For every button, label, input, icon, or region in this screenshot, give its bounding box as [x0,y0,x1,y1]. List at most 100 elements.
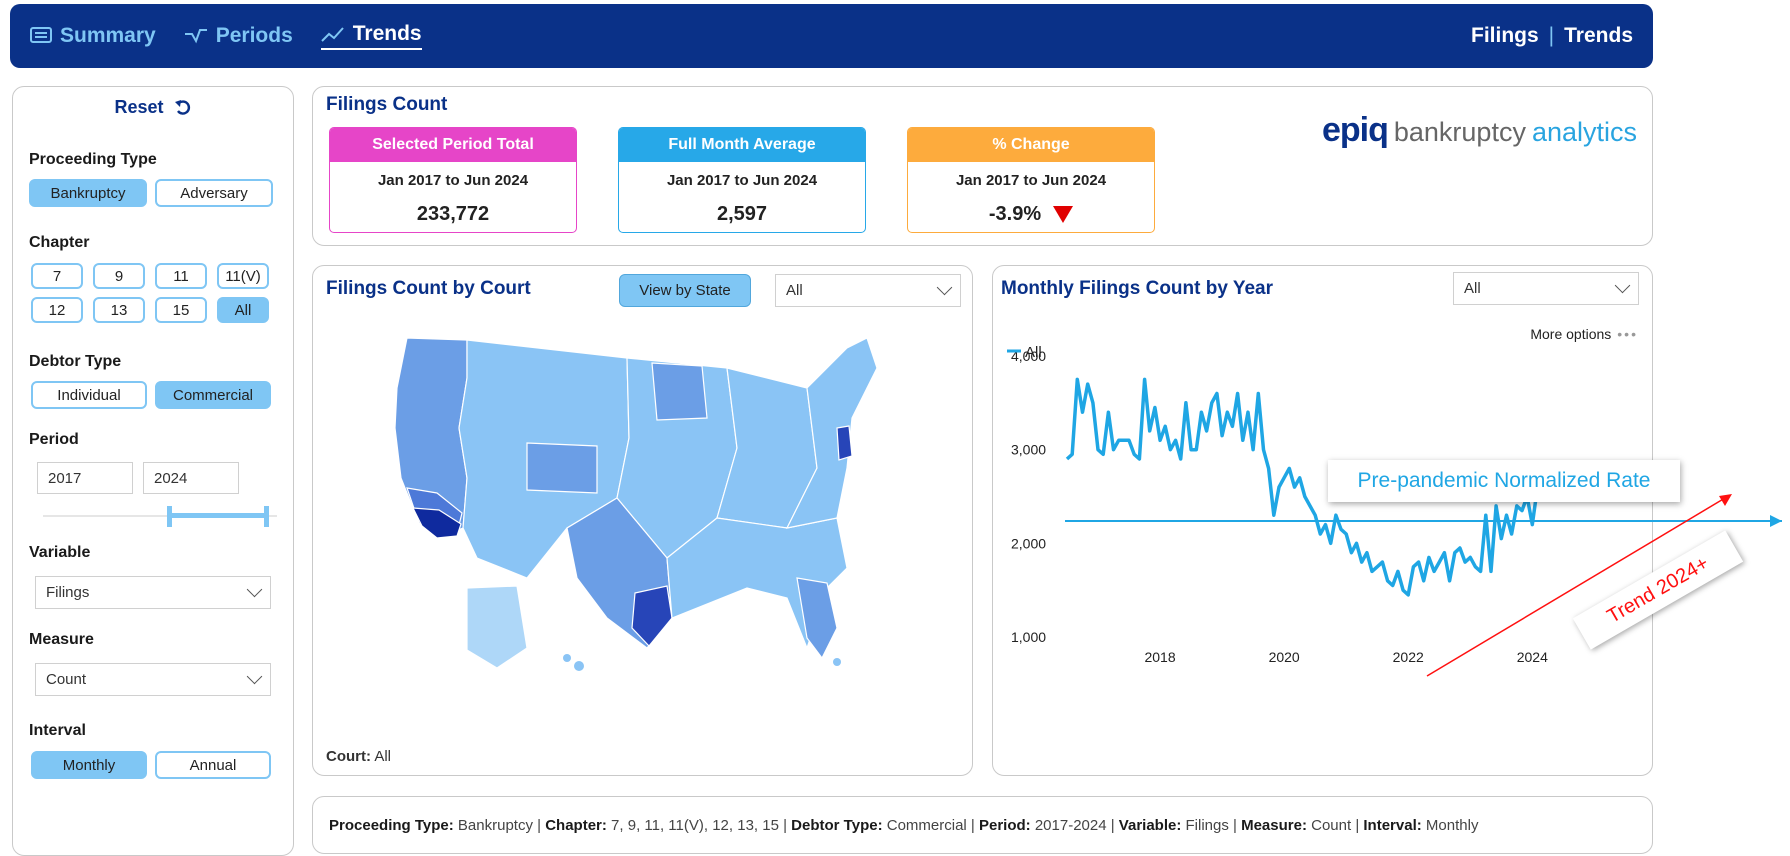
view-by-state-button[interactable]: View by State [619,274,751,307]
footer-separator: | [1351,816,1364,834]
arrow-up-right-icon [1719,494,1732,506]
x-tick-label: 2022 [1393,649,1424,665]
normalized-rate-callout: Pre-pandemic Normalized Rate [1328,460,1680,502]
tab-periods[interactable]: Periods [184,24,293,48]
map-region-alaska [466,585,528,669]
down-arrow-icon [1053,206,1074,223]
chapter-11-button[interactable]: 11 [155,263,207,289]
proceeding-type-label: Proceeding Type [29,151,157,168]
measure-select-value: Count [46,671,87,688]
kpi-card-header: Selected Period Total [330,128,576,162]
page-breadcrumb: Filings | Trends [1471,24,1633,48]
map-region-new-jersey [836,425,853,461]
period-start-input[interactable]: 2017 [37,462,133,494]
footer-label: Interval: [1363,816,1426,834]
x-tick-label: 2020 [1269,649,1300,665]
debtor-commercial-button[interactable]: Commercial [155,381,271,409]
chapter-9-button[interactable]: 9 [93,263,145,289]
period-label: Period [29,431,79,448]
arrow-right-icon [1770,515,1782,527]
measure-select[interactable]: Count [35,663,271,696]
reset-button[interactable]: Reset [13,97,293,118]
court-select-value: All [786,282,803,299]
footer-separator: | [532,816,546,834]
kpi-card-value: 2,597 [716,203,768,225]
kpi-card-month-average: Full Month Average Jan 2017 to Jun 2024 … [618,127,866,233]
tab-periods-label: Periods [215,24,293,47]
court-filter-label: Court: All [326,748,391,765]
reset-label: Reset [114,97,164,117]
debtor-individual-button[interactable]: Individual [31,381,147,409]
filings-count-title: Filings Count [326,94,448,115]
chapter-11v-button[interactable]: 11(V) [217,263,269,289]
trend-line-chart: 1,0002,0003,0004,0002018 2020 2022 2024 All [1007,344,1555,665]
map-region-puerto-rico [833,658,841,666]
period-slider-end-handle[interactable] [264,506,269,527]
footer-separator: | [966,816,979,834]
footer-value: Bankruptcy [457,816,533,834]
chevron-down-icon [936,279,953,296]
breadcrumb-separator: | [1548,24,1555,47]
court-footer-label: Court: [326,748,371,765]
breadcrumb-trends: Trends [1564,24,1633,47]
debtor-type-label: Debtor Type [29,353,122,370]
x-tick-label: 2018 [1144,649,1175,665]
chapter-13-button[interactable]: 13 [93,297,145,323]
measure-label: Measure [29,631,94,648]
footer-value: Commercial [886,816,967,834]
summary-icon [30,27,52,43]
footer-value: Monthly [1425,816,1479,834]
y-tick-label: 2,000 [1011,535,1046,551]
kpi-card-header: % Change [908,128,1154,162]
chapter-15-button[interactable]: 15 [155,297,207,323]
footer-value: 2017-2024 [1034,816,1107,834]
periods-icon [184,29,207,44]
tab-summary-label: Summary [60,24,156,47]
variable-select[interactable]: Filings [35,576,271,609]
breadcrumb-filings: Filings [1471,24,1539,47]
footer-label: Period: [978,816,1035,834]
tab-trends-label: Trends [352,22,422,45]
kpi-card-value: -3.9% [988,203,1042,225]
chapter-all-button[interactable]: All [217,297,269,323]
logo-epiq: epiq [1321,111,1389,149]
footer-separator: | [1106,816,1119,834]
footer-separator: | [778,816,792,834]
epiq-logo: epiq bankruptcy analytics [1322,111,1637,150]
chevron-down-icon [246,668,263,685]
logo-bankruptcy: bankruptcy [1393,117,1526,147]
footer-separator: | [1228,816,1242,834]
logo-analytics: analytics [1531,117,1637,147]
trends-icon [321,27,344,42]
map-region-minnesota [651,362,708,421]
variable-select-value: Filings [46,584,90,601]
tab-trends[interactable]: Trends [320,22,422,50]
top-nav-bar: Summary Periods Trends Filings | Trends [10,4,1653,68]
interval-monthly-button[interactable]: Monthly [31,751,147,779]
court-select[interactable]: All [775,274,961,307]
map-region-hawaii [563,654,571,662]
footer-value: Filings [1185,816,1229,834]
proceeding-bankruptcy-button[interactable]: Bankruptcy [29,179,147,207]
reset-icon [174,99,190,115]
kpi-card-period: Jan 2017 to Jun 2024 [377,172,529,189]
variable-label: Variable [29,544,91,561]
proceeding-adversary-button[interactable]: Adversary [155,179,273,207]
chapter-7-button[interactable]: 7 [31,263,83,289]
footer-label: Variable: [1118,816,1186,834]
filings-by-court-panel: Filings Count by Court View by State All… [312,265,973,776]
us-court-map[interactable] [367,328,927,688]
chapter-12-button[interactable]: 12 [31,297,83,323]
filter-summary-bar: Proceeding Type: Bankruptcy | Chapter: 7… [312,796,1653,854]
y-tick-label: 1,000 [1011,629,1046,645]
x-tick-label: 2024 [1517,649,1548,665]
period-end-input[interactable]: 2024 [143,462,239,494]
interval-annual-button[interactable]: Annual [155,751,271,779]
filings-count-panel: Filings Count Selected Period Total Jan … [312,86,1653,246]
chevron-down-icon [246,581,263,598]
court-footer-value: All [374,748,392,765]
footer-value: Count [1311,816,1352,834]
period-slider-start-handle[interactable] [167,506,172,527]
kpi-card-period: Jan 2017 to Jun 2024 [666,172,818,189]
tab-summary[interactable]: Summary [30,24,156,48]
